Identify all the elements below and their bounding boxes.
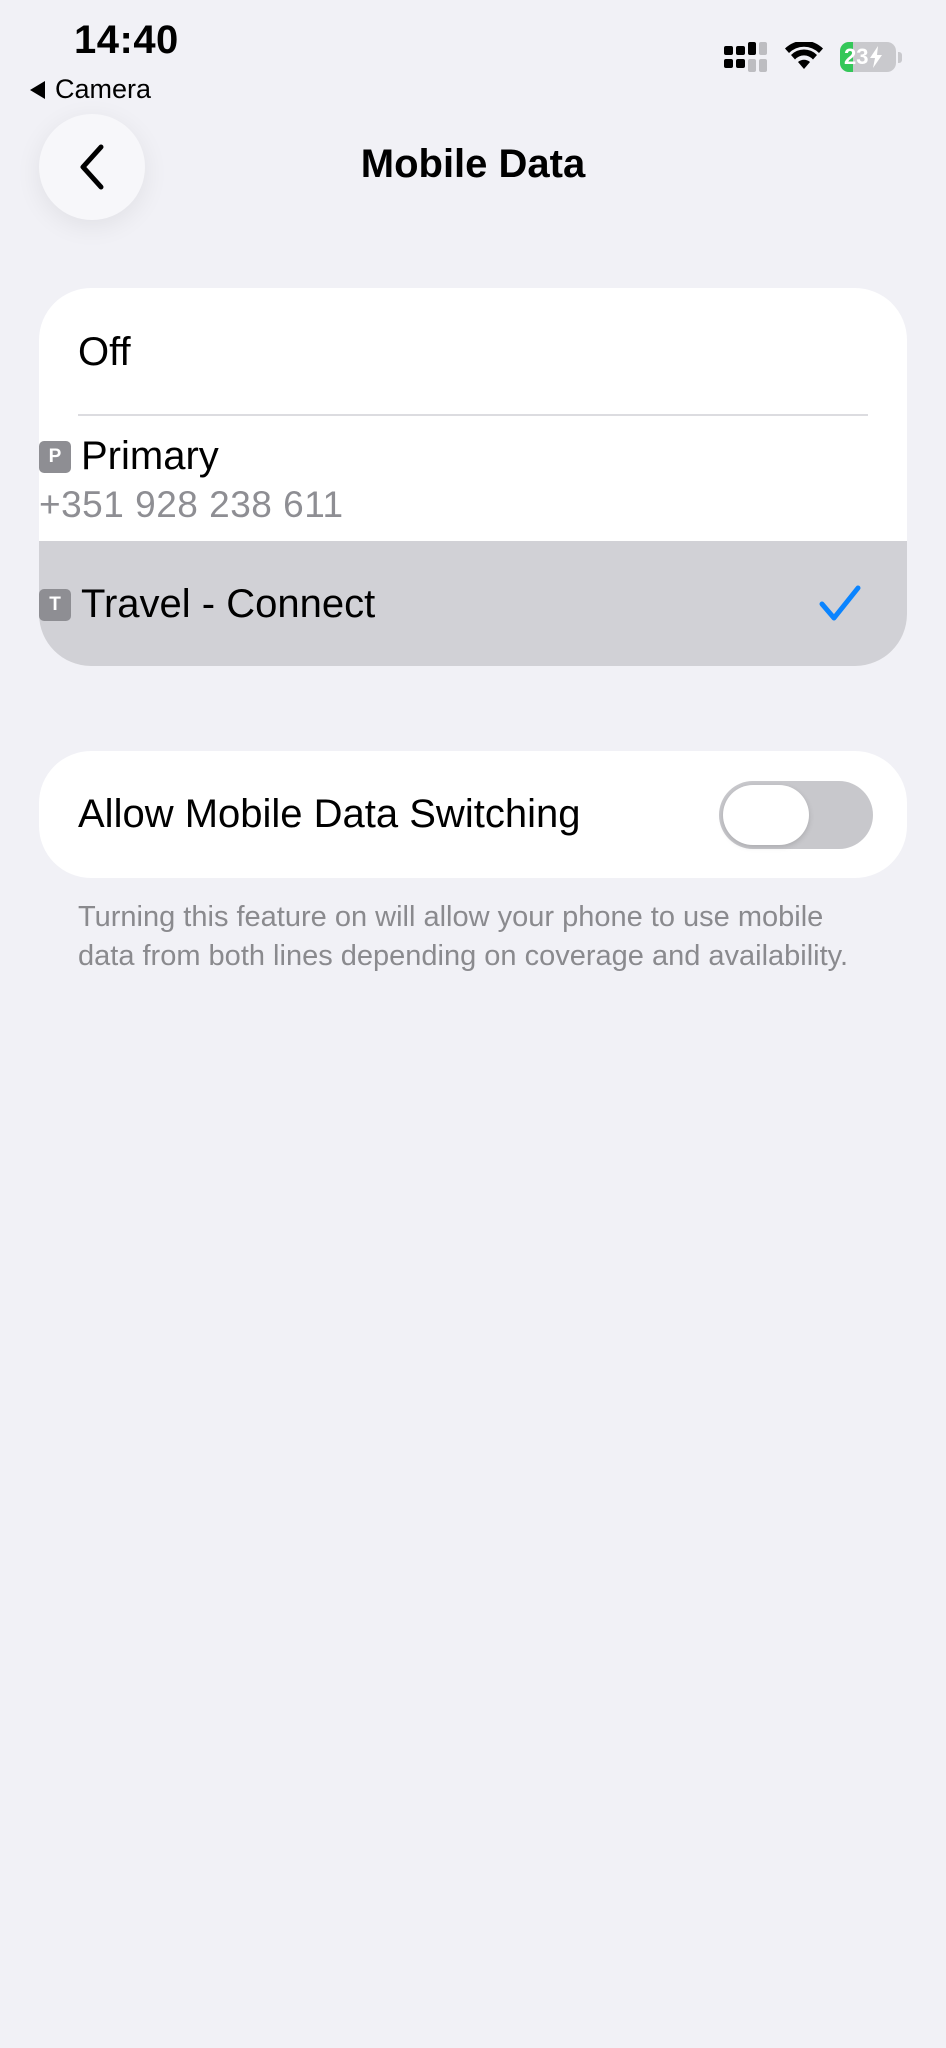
checkmark-icon bbox=[819, 585, 861, 621]
back-to-app-label: Camera bbox=[55, 74, 152, 104]
option-off[interactable]: Off bbox=[39, 288, 907, 414]
back-to-app-link[interactable]: Camera bbox=[30, 74, 151, 105]
cellular-dual-sim-icon bbox=[724, 42, 767, 72]
option-off-label: Off bbox=[78, 330, 131, 374]
battery-percentage: 23 bbox=[844, 44, 869, 69]
wifi-icon bbox=[785, 42, 823, 69]
battery-charging-icon: 23 bbox=[840, 42, 896, 72]
status-time: 14:40 bbox=[74, 18, 179, 62]
divider bbox=[78, 414, 868, 416]
data-switching-label: Allow Mobile Data Switching bbox=[78, 792, 581, 836]
data-switching-footer: Turning this feature on will allow your … bbox=[78, 901, 849, 972]
data-switching-toggle[interactable] bbox=[719, 781, 873, 849]
battery-cap bbox=[898, 51, 902, 63]
charging-bolt-icon bbox=[870, 46, 883, 68]
toggle-knob bbox=[723, 785, 809, 845]
travel-line-name: Travel - Connect bbox=[81, 582, 376, 626]
primary-line-name: Primary bbox=[81, 434, 219, 478]
option-primary[interactable]: P Primary bbox=[39, 434, 219, 479]
primary-sim-badge: P bbox=[39, 440, 71, 473]
page-title: Mobile Data bbox=[360, 142, 586, 186]
status-icons: 23 bbox=[724, 42, 902, 72]
back-triangle-icon bbox=[30, 80, 45, 99]
travel-sim-badge: T bbox=[39, 588, 71, 621]
option-travel-connect[interactable]: T Travel - Connect bbox=[39, 582, 375, 627]
primary-phone-number: +351 928 238 611 bbox=[39, 484, 344, 525]
